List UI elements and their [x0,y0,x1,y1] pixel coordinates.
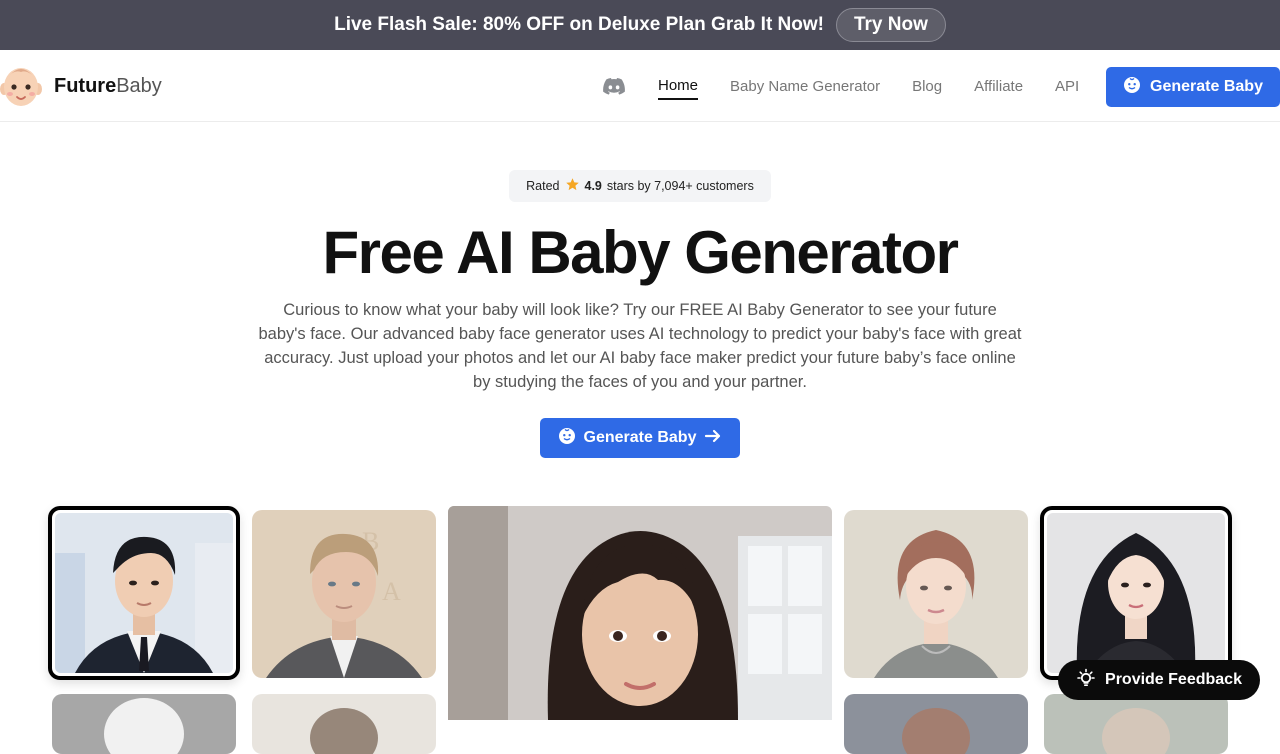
nav-home[interactable]: Home [658,73,699,100]
parent-photo-woman[interactable] [1040,506,1232,680]
baby-icon [1123,76,1141,99]
parent-photo-row2-2[interactable] [252,694,436,754]
rating-prefix: Rated [526,179,560,193]
baby-face-logo-icon [0,63,42,109]
brand-name: FutureBaby [54,74,162,97]
header-generate-baby-button[interactable]: Generate Baby [1106,67,1280,107]
discord-icon[interactable] [600,72,628,100]
rating-badge: Rated 4.9 stars by 7,094+ customers [509,170,771,202]
page-title: Free AI Baby Generator [322,219,960,286]
parent-photo-row2-4[interactable] [1044,694,1228,754]
nav-api[interactable]: API [1055,74,1079,99]
hero-generate-baby-button[interactable]: Generate Baby [540,418,740,458]
provide-feedback-button[interactable]: Provide Feedback [1058,660,1260,700]
star-icon [565,177,580,195]
parent-photo-man[interactable] [48,506,240,680]
svg-text:A: A [382,577,401,606]
hero-generate-baby-label: Generate Baby [583,429,697,446]
site-header: FutureBaby Home Baby Name Generator Blog… [0,50,1280,122]
baby-icon [558,427,576,450]
promo-bar: Live Flash Sale: 80% OFF on Deluxe Plan … [0,0,1280,50]
parent-photo-row2-3[interactable] [844,694,1028,754]
hero-description: Curious to know what your baby will look… [258,301,1022,391]
rating-suffix: stars by 7,094+ customers [606,179,754,193]
promo-text: Live Flash Sale: 80% OFF on Deluxe Plan … [334,14,824,35]
brand-logo[interactable]: FutureBaby [0,63,162,109]
lightbulb-icon [1076,668,1096,693]
nav-blog[interactable]: Blog [912,74,942,99]
try-now-button[interactable]: Try Now [835,8,946,42]
generated-baby-photo[interactable] [448,506,832,720]
provide-feedback-label: Provide Feedback [1105,671,1242,688]
rating-value: 4.9 [584,179,602,193]
nav-affiliate[interactable]: Affiliate [974,74,1023,99]
main-nav: Home Baby Name Generator Blog Affiliate … [600,50,1111,122]
parent-photo-row2-1[interactable] [52,694,236,754]
parent-photo-man-2[interactable]: B A [252,510,436,678]
nav-baby-name-generator[interactable]: Baby Name Generator [730,74,880,99]
parent-photo-woman-2[interactable] [844,510,1028,678]
arrow-right-icon [704,427,722,450]
header-generate-baby-label: Generate Baby [1150,78,1263,95]
